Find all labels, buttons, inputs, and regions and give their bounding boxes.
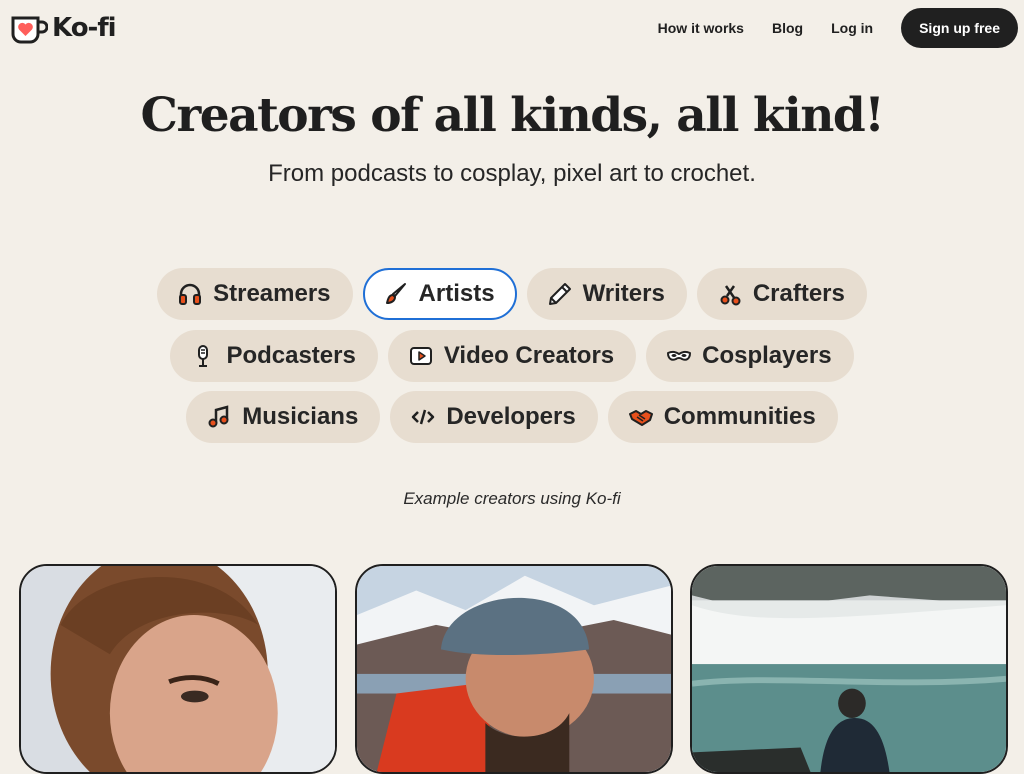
nav-blog-link[interactable]: Blog — [772, 20, 803, 36]
category-label: Crafters — [752, 280, 845, 307]
category-label: Podcasters — [226, 342, 356, 369]
scissors-icon — [720, 285, 741, 306]
category-chip-artists[interactable]: Artists — [362, 268, 517, 320]
example-creators-caption: Example creators using Ko-fi — [403, 489, 621, 508]
creator-card-1[interactable] — [19, 564, 337, 774]
category-label: Developers — [446, 403, 576, 430]
category-chip-video-creators[interactable]: Video Creators — [387, 330, 637, 382]
creator-card-2[interactable] — [355, 564, 673, 774]
category-chip-crafters[interactable]: Crafters — [696, 268, 867, 320]
hero-subtitle: From podcasts to cosplay, pixel art to c… — [268, 160, 756, 187]
category-label: Musicians — [242, 403, 359, 430]
category-label: Writers — [582, 280, 665, 307]
pencil-icon — [548, 283, 571, 305]
kofi-cup-heart-icon — [11, 16, 48, 44]
category-chip-streamers[interactable]: Streamers — [157, 268, 353, 320]
nav-how-it-works-link[interactable]: How it works — [658, 20, 744, 36]
category-row-3: Musicians Developers Communities — [0, 391, 1024, 443]
creator-photo — [21, 566, 335, 772]
category-label: Cosplayers — [702, 342, 832, 369]
category-chip-communities[interactable]: Communities — [607, 391, 838, 443]
category-chip-developers[interactable]: Developers — [390, 391, 598, 443]
category-label: Communities — [663, 403, 816, 430]
category-chip-writers[interactable]: Writers — [526, 268, 687, 320]
creator-photo — [692, 566, 1006, 772]
category-label: Artists — [418, 280, 495, 307]
code-icon — [412, 409, 435, 425]
mask-icon — [667, 350, 692, 361]
creator-card-3[interactable] — [690, 564, 1008, 774]
video-play-icon — [409, 347, 432, 365]
sign-up-button[interactable]: Sign up free — [901, 8, 1018, 48]
top-navigation-bar: Ko-fi How it works Blog Log in Sign up f… — [0, 0, 1024, 56]
kofi-logo[interactable]: Ko-fi — [10, 10, 117, 46]
category-chip-cosplayers[interactable]: Cosplayers — [646, 330, 854, 382]
music-note-icon — [208, 405, 229, 428]
category-label: Video Creators — [443, 342, 615, 369]
category-chip-musicians[interactable]: Musicians — [186, 391, 381, 443]
category-row-2: Podcasters Video Creators Cosplayers — [0, 330, 1024, 382]
headphones-icon — [179, 283, 202, 305]
nav-log-in-link[interactable]: Log in — [831, 20, 873, 36]
microphone-icon — [198, 345, 209, 367]
paintbrush-icon — [385, 283, 406, 304]
hero-title: Creators of all kinds, all kind! — [140, 88, 885, 143]
creator-photo — [357, 566, 671, 772]
main-nav: How it works Blog Log in Sign up free — [658, 8, 1018, 48]
handshake-icon — [628, 410, 653, 426]
category-label: Streamers — [213, 280, 331, 307]
logo-wordmark: Ko-fi — [52, 13, 117, 43]
category-row-1: Streamers Artists Writers Crafters — [0, 268, 1024, 320]
category-chip-podcasters[interactable]: Podcasters — [170, 330, 378, 382]
